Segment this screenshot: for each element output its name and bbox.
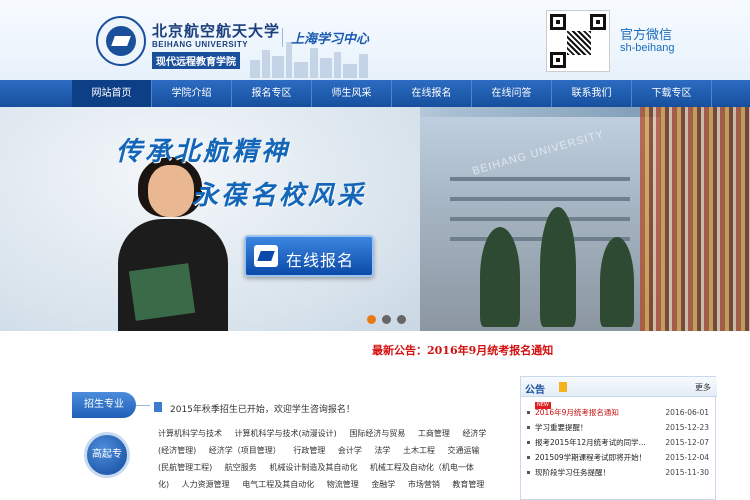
notice-item[interactable]: NEW 2016年9月统考报名通知 2016-06-01	[527, 402, 713, 420]
wechat-qr-code	[546, 10, 610, 72]
major-link[interactable]: 计算机科学与技术	[158, 429, 222, 438]
wechat-id: sh-beihang	[620, 42, 675, 54]
major-link[interactable]: 经济学	[462, 429, 486, 438]
major-link[interactable]: 化)	[158, 480, 169, 489]
logo-english-name: BEIHANG UNIVERSITY	[152, 40, 249, 49]
major-link[interactable]: 经济学（项目管理）	[209, 446, 281, 455]
notice-item[interactable]: 学习重要提醒！ 2015-12-23	[527, 420, 713, 435]
banner-slogan-2: 永葆名校风采	[192, 181, 367, 211]
major-link[interactable]: 教育管理	[452, 480, 484, 489]
enrollment-notice: 2015年秋季招生已开始，欢迎学生咨询报名！	[170, 405, 355, 415]
majors-row: 化) 人力资源管理 电气工程及其自动化 物流管理 金融学 市场营销 教育管理	[158, 479, 494, 490]
majors-row: 计算机科学与技术 计算机科学与技术(动漫设计) 国际经济与贸易 工商管理 经济学	[158, 428, 496, 439]
majors-section: 招生专业 2015年秋季招生已开始，欢迎学生咨询报名！ 高起专 计算机科学与技术…	[72, 392, 502, 500]
logo-school-name: 现代远程教育学院	[152, 52, 240, 69]
major-link[interactable]: 机械工程及自动化（机电一体	[370, 463, 474, 472]
notice-panel-header: 公告 更多	[521, 377, 717, 397]
carousel-dot-1[interactable]	[367, 315, 376, 324]
major-link[interactable]: 法学	[374, 446, 390, 455]
major-link[interactable]: 计算机科学与技术(动漫设计)	[235, 429, 337, 438]
title-accent-icon	[559, 382, 567, 392]
nav-item-contact[interactable]: 联系我们	[552, 80, 632, 107]
notice-item-date: 2015-12-04	[665, 453, 709, 462]
nav-item-gallery[interactable]: 师生风采	[312, 80, 392, 107]
notice-item-title: 现阶段学习任务提醒！	[535, 468, 610, 477]
nav-item-online-signup[interactable]: 在线报名	[392, 80, 472, 107]
notice-item-title: 报考2015年12月统考试的同学...	[535, 438, 646, 447]
majors-tab[interactable]: 招生专业	[72, 392, 136, 418]
city-skyline-decoration	[250, 38, 380, 78]
major-link[interactable]: 土木工程	[403, 446, 435, 455]
major-link[interactable]: 交通运输	[448, 446, 480, 455]
major-link[interactable]: (民航管理工程)	[158, 463, 212, 472]
speaker-icon	[154, 402, 162, 412]
major-link[interactable]: 金融学	[371, 480, 395, 489]
major-link[interactable]: 市场营销	[408, 480, 440, 489]
notice-item[interactable]: 现阶段学习任务提醒！ 2015-11-30	[527, 465, 713, 480]
nav-item-online-qa[interactable]: 在线问答	[472, 80, 552, 107]
nav-item-enrollment[interactable]: 报名专区	[232, 80, 312, 107]
majors-row: (民航管理工程) 航空服务 机械设计制造及其自动化 机械工程及自动化（机电一体	[158, 462, 484, 473]
latest-announcement-link[interactable]: 最新公告：2016年9月统考报名通知	[372, 342, 553, 358]
main-navigation: 网站首页 学院介绍 报名专区 师生风采 在线报名 在线问答 联系我们 下载专区	[0, 80, 750, 107]
major-link[interactable]: (经济管理)	[158, 446, 196, 455]
carousel-dot-2[interactable]	[382, 315, 391, 324]
carousel-indicators	[367, 315, 406, 324]
major-link[interactable]: 机械设计制造及其自动化	[269, 463, 357, 472]
majors-row: (经济管理) 经济学（项目管理） 行政管理 会计学 法学 土木工程 交通运输	[158, 445, 490, 456]
major-link[interactable]: 航空服务	[225, 463, 257, 472]
notice-item-date: 2015-11-30	[665, 468, 709, 477]
notice-item-title: 学习重要提醒！	[535, 423, 588, 432]
signup-button-label: 在线报名	[286, 251, 355, 270]
major-link[interactable]: 国际经济与贸易	[349, 429, 405, 438]
major-link[interactable]: 会计学	[338, 446, 362, 455]
notice-item-date: 2015-12-23	[665, 423, 709, 432]
major-link[interactable]: 人力资源管理	[182, 480, 230, 489]
carousel-dot-3[interactable]	[397, 315, 406, 324]
notice-list: NEW 2016年9月统考报名通知 2016-06-01 学习重要提醒！ 201…	[527, 402, 713, 480]
notice-item-date: 2015-12-07	[665, 438, 709, 447]
notice-item[interactable]: 报考2015年12月统考试的同学... 2015-12-07	[527, 435, 713, 450]
notice-item-title: 2016年9月统考报名通知	[535, 408, 619, 417]
major-link[interactable]: 电气工程及其自动化	[242, 480, 314, 489]
notice-panel: 公告 更多 NEW 2016年9月统考报名通知 2016-06-01 学习重要提…	[520, 376, 717, 500]
nav-item-home[interactable]: 网站首页	[72, 80, 152, 107]
majors-list: 计算机科学与技术 计算机科学与技术(动漫设计) 国际经济与贸易 工商管理 经济学…	[152, 428, 502, 500]
nav-item-downloads[interactable]: 下载专区	[632, 80, 712, 107]
major-link[interactable]: 物流管理	[327, 480, 359, 489]
banner-slogan-1: 传承北航精神	[116, 137, 291, 167]
hero-banner[interactable]: BEIHANG UNIVERSITY 传承北航精神 永葆名校风采 在线报名	[0, 107, 750, 331]
notice-panel-title: 公告	[525, 385, 545, 396]
university-seal-icon	[96, 16, 146, 66]
notice-item-title: 201509学期课程考试即将开始！	[535, 453, 647, 462]
notice-item-date: 2016-06-01	[665, 408, 709, 417]
notice-item[interactable]: 201509学期课程考试即将开始！ 2015-12-04	[527, 450, 713, 465]
more-link[interactable]: 更多	[695, 382, 711, 393]
online-signup-button[interactable]: 在线报名	[244, 235, 374, 277]
site-header: 北京航空航天大学 BEIHANG UNIVERSITY 现代远程教育学院 上海学…	[0, 0, 750, 80]
major-link[interactable]: 工商管理	[418, 429, 450, 438]
wechat-title: 官方微信	[620, 28, 673, 43]
major-link[interactable]: 行政管理	[293, 446, 325, 455]
level-high-school-to-college-button[interactable]: 高起专	[84, 432, 130, 478]
school-logo-icon	[254, 245, 278, 267]
nav-item-about[interactable]: 学院介绍	[152, 80, 232, 107]
bookshelf-image	[640, 107, 750, 331]
